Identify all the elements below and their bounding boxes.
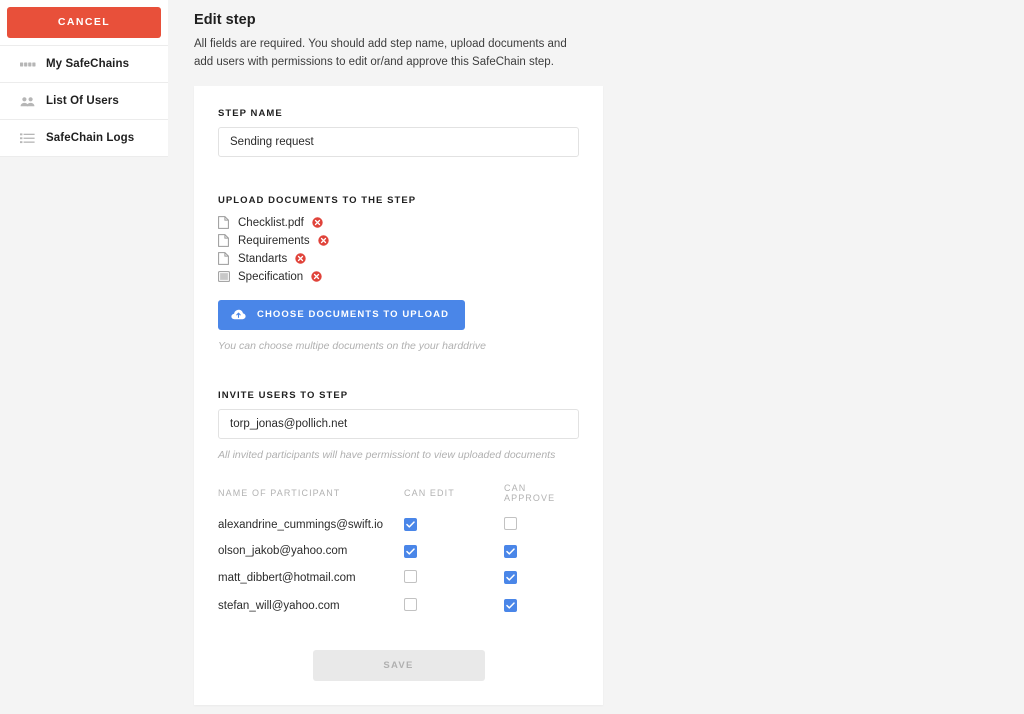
save-button[interactable]: SAVE <box>312 649 485 681</box>
file-icon <box>218 252 230 266</box>
step-name-input[interactable] <box>218 126 579 157</box>
app-root: CANCEL My SafeChains List Of Users SafeC… <box>0 0 1024 714</box>
table-row: stefan_will@yahoo.com <box>218 597 579 626</box>
participant-can-edit-cell <box>404 569 504 598</box>
document-name: Standarts <box>238 252 288 265</box>
participant-can-edit-cell <box>404 517 504 545</box>
participant-name: olson_jakob@yahoo.com <box>218 545 348 558</box>
main-content: Edit step All fields are required. You s… <box>168 0 1024 714</box>
invite-users-input[interactable] <box>218 408 579 439</box>
remove-circle-icon[interactable] <box>312 217 323 228</box>
list-lines-icon <box>20 131 37 145</box>
save-button-row: SAVE <box>218 649 579 681</box>
table-row: olson_jakob@yahoo.com <box>218 544 579 570</box>
document-row: Standarts <box>218 250 579 268</box>
file-icon <box>218 234 230 248</box>
participant-can-approve-cell <box>504 544 579 570</box>
table-row: matt_dibbert@hotmail.com <box>218 569 579 598</box>
can-approve-checkbox[interactable] <box>504 599 517 613</box>
can-edit-checkbox[interactable] <box>404 597 417 611</box>
remove-circle-icon[interactable] <box>311 271 322 282</box>
remove-circle-icon[interactable] <box>295 253 306 264</box>
participants-table-body: alexandrine_cummings@swift.io olson_jako… <box>218 516 579 626</box>
participant-can-approve-cell <box>504 516 579 545</box>
choose-documents-to-upload-button[interactable]: CHOOSE DOCUMENTS TO UPLOAD <box>218 299 466 330</box>
cancel-button[interactable]: CANCEL <box>7 7 161 38</box>
participant-can-approve-cell <box>504 598 579 626</box>
sidebar-item-list-of-users[interactable]: List Of Users <box>0 83 168 120</box>
invite-hint-text: All invited participants will have permi… <box>218 448 556 461</box>
cloud-upload-icon <box>231 309 246 321</box>
page-subtitle: All fields are required. You should add … <box>194 38 567 68</box>
remove-circle-icon[interactable] <box>317 235 329 246</box>
participant-name: matt_dibbert@hotmail.com <box>218 571 356 584</box>
participant-name: alexandrine_cummings@swift.io <box>218 518 384 531</box>
users-icon <box>20 94 37 108</box>
participant-can-edit-cell <box>404 597 504 626</box>
upload-button-label: CHOOSE DOCUMENTS TO UPLOAD <box>257 309 450 321</box>
document-list: Checklist.pdf Requirements Standarts Spe… <box>218 214 579 286</box>
sidebar-item-label: List Of Users <box>46 95 119 107</box>
can-approve-checkbox[interactable] <box>504 571 517 585</box>
step-name-label: STEP NAME <box>218 107 283 119</box>
chain-links-icon <box>20 57 37 71</box>
can-approve-checkbox[interactable] <box>504 544 517 558</box>
document-name: Specification <box>238 270 304 283</box>
file-icon <box>218 216 230 230</box>
participant-can-edit-cell <box>404 544 504 570</box>
participant-can-approve-cell <box>504 570 579 598</box>
can-edit-checkbox[interactable] <box>404 569 417 583</box>
cancel-button-container: CANCEL <box>0 0 168 45</box>
table-header-row: NAME OF PARTICIPANT CAN EDIT CAN APPROVE <box>218 483 579 517</box>
document-row: Requirements <box>218 232 579 250</box>
document-row: Checklist.pdf <box>218 214 579 232</box>
sidebar-filler <box>0 157 168 714</box>
upload-hint-text: You can choose multipe documents on the … <box>218 339 486 352</box>
sidebar-item-my-safechains[interactable]: My SafeChains <box>0 46 168 83</box>
page-title: Edit step <box>194 12 256 28</box>
participants-table: NAME OF PARTICIPANT CAN EDIT CAN APPROVE… <box>218 483 579 626</box>
edit-step-card: STEP NAME UPLOAD DOCUMENTS TO THE STEP C… <box>194 85 603 705</box>
can-edit-checkbox[interactable] <box>404 518 417 532</box>
sidebar: CANCEL My SafeChains List Of Users SafeC… <box>0 0 168 714</box>
table-row: alexandrine_cummings@swift.io <box>218 516 579 545</box>
participants-table-head: NAME OF PARTICIPANT CAN EDIT CAN APPROVE <box>218 483 579 517</box>
invite-users-label: INVITE USERS TO STEP <box>218 389 349 401</box>
column-header-can-approve: CAN APPROVE <box>504 482 556 503</box>
sidebar-nav: My SafeChains List Of Users SafeChain Lo… <box>0 45 168 157</box>
sidebar-item-safechain-logs[interactable]: SafeChain Logs <box>0 120 168 157</box>
document-name: Checklist.pdf <box>238 216 304 229</box>
can-edit-checkbox[interactable] <box>404 544 417 558</box>
column-header-name: NAME OF PARTICIPANT <box>218 487 341 498</box>
column-header-can-edit: CAN EDIT <box>404 487 455 498</box>
document-name: Requirements <box>238 234 310 247</box>
upload-documents-label: UPLOAD DOCUMENTS TO THE STEP <box>218 194 417 206</box>
can-approve-checkbox[interactable] <box>504 516 517 530</box>
document-row: Specification <box>218 268 579 286</box>
participant-name: stefan_will@yahoo.com <box>218 599 340 612</box>
image-file-icon <box>218 270 230 283</box>
sidebar-item-label: My SafeChains <box>46 58 130 70</box>
sidebar-item-label: SafeChain Logs <box>46 132 135 144</box>
